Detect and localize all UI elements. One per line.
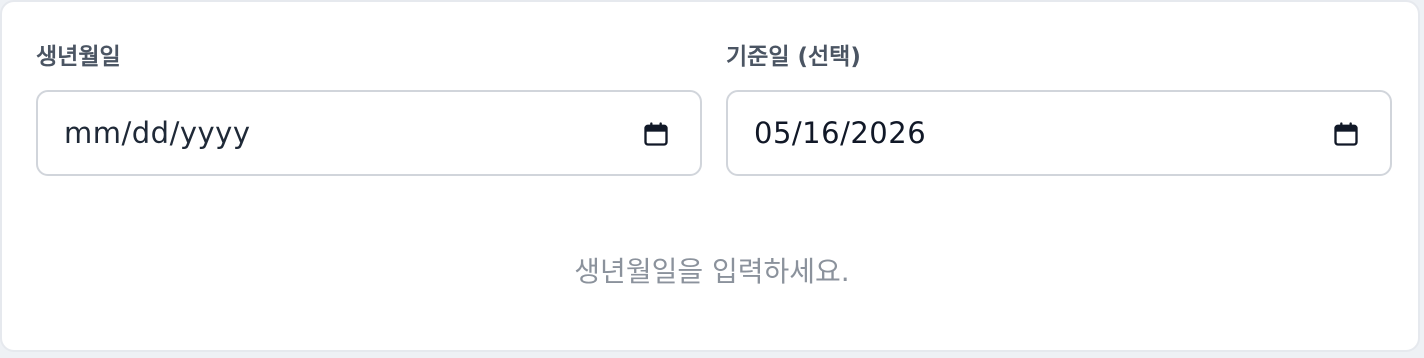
- birth-date-input[interactable]: mm/dd/yyyy: [36, 90, 702, 176]
- result-hint: 생년월일을 입력하세요.: [574, 255, 850, 288]
- reference-date-value: 05/16/2026: [754, 116, 927, 150]
- reference-date-label: 기준일 (선택): [726, 44, 861, 70]
- birth-date-label: 생년월일: [36, 44, 121, 70]
- reference-date-input[interactable]: 05/16/2026: [726, 90, 1392, 176]
- calendar-icon[interactable]: [642, 120, 670, 148]
- calendar-icon[interactable]: [1332, 120, 1360, 148]
- birth-date-value: mm/dd/yyyy: [64, 116, 251, 150]
- date-calculator-card: 생년월일 mm/dd/yyyy 기준일 (선택) 05/16/2026 생년월일…: [0, 0, 1420, 352]
